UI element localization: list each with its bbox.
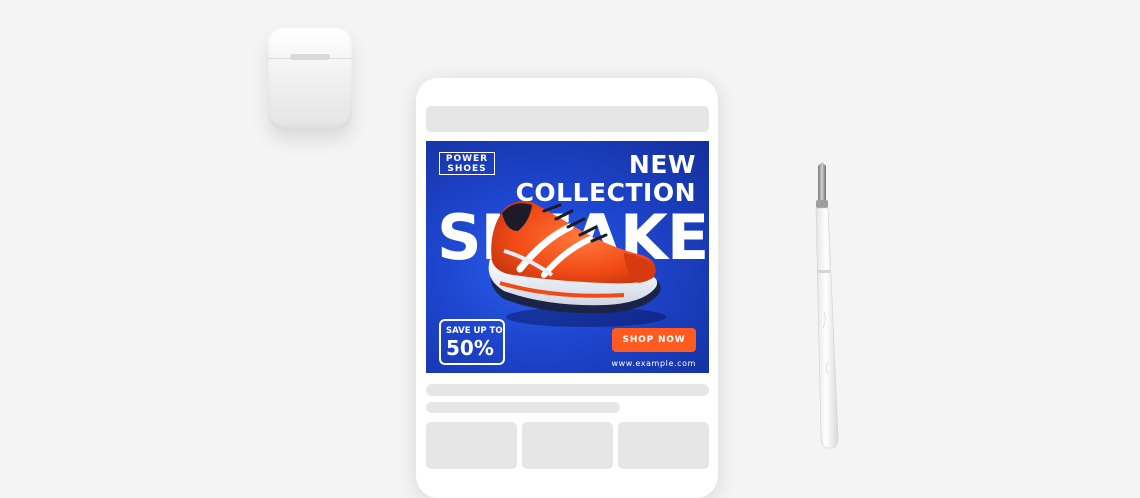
skeleton-text-line-short — [426, 402, 620, 413]
ad-banner[interactable]: POWER SHOES NEW COLLECTION SNEAKERS — [426, 141, 709, 373]
discount-badge: SAVE UP TO 50% — [439, 319, 505, 365]
phone-mockup: POWER SHOES NEW COLLECTION SNEAKERS — [416, 78, 718, 498]
earbuds-case — [268, 28, 352, 130]
skeleton-card — [522, 422, 613, 469]
brand-logo-line1: POWER — [445, 154, 489, 164]
skeleton-header-bar — [426, 106, 709, 132]
discount-label: SAVE UP TO — [446, 326, 503, 336]
earbuds-case-slot — [290, 54, 330, 60]
skeleton-card — [426, 422, 517, 469]
sneaker-image — [488, 201, 666, 327]
website-url[interactable]: www.example.com — [612, 359, 697, 368]
pen — [815, 162, 839, 449]
brand-logo: POWER SHOES — [439, 152, 495, 175]
skeleton-card — [618, 422, 709, 469]
discount-value: 50% — [446, 336, 494, 360]
shop-now-button[interactable]: SHOP NOW — [612, 328, 696, 352]
brand-logo-line2: SHOES — [447, 164, 487, 174]
headline-new: NEW — [628, 150, 696, 179]
skeleton-text-line — [426, 384, 709, 396]
